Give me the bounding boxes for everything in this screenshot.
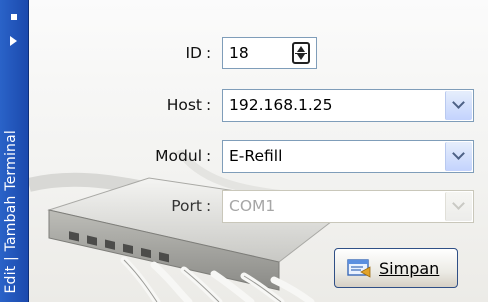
save-button-label: Simpan <box>379 259 439 278</box>
chevron-down-icon <box>452 197 465 210</box>
port-value: COM1 <box>229 197 276 215</box>
id-colon: : <box>206 44 212 62</box>
spin-up-arrow-icon[interactable] <box>297 46 305 52</box>
host-label: Host <box>166 96 202 114</box>
host-dropdown-button[interactable] <box>445 91 472 120</box>
host-value[interactable]: 192.168.1.25 <box>229 96 333 114</box>
spinner-icon[interactable] <box>292 42 310 64</box>
expand-arrow-icon[interactable] <box>10 36 17 46</box>
chevron-down-icon <box>452 96 465 109</box>
host-colon: : <box>206 96 212 114</box>
port-dropdown-button <box>445 192 472 221</box>
modul-colon: : <box>206 147 212 165</box>
terminal-panel: Edit | Tambah Terminal ID: 18 Host: 19… <box>0 0 488 302</box>
port-combobox: COM1 <box>222 190 474 223</box>
id-label: ID <box>185 44 202 62</box>
host-combobox[interactable]: 192.168.1.25 <box>222 89 474 122</box>
port-colon: : <box>206 197 212 215</box>
pin-icon[interactable] <box>11 14 17 20</box>
chevron-down-icon <box>452 147 465 160</box>
sidebar-strip[interactable]: Edit | Tambah Terminal <box>0 0 29 302</box>
sidebar-title: Edit | Tambah Terminal <box>3 130 19 294</box>
modul-combobox[interactable]: E-Refill <box>222 140 474 173</box>
modul-label: Modul <box>155 147 202 165</box>
port-label: Port <box>171 197 202 215</box>
id-spinbox[interactable]: 18 <box>222 37 317 69</box>
id-value[interactable]: 18 <box>229 44 249 62</box>
modul-dropdown-button[interactable] <box>445 142 472 171</box>
save-label-text: Simpan <box>379 259 440 278</box>
modul-value[interactable]: E-Refill <box>229 147 282 165</box>
save-icon <box>347 259 371 278</box>
spin-down-arrow-icon[interactable] <box>297 54 305 60</box>
save-button[interactable]: Simpan <box>334 248 458 288</box>
